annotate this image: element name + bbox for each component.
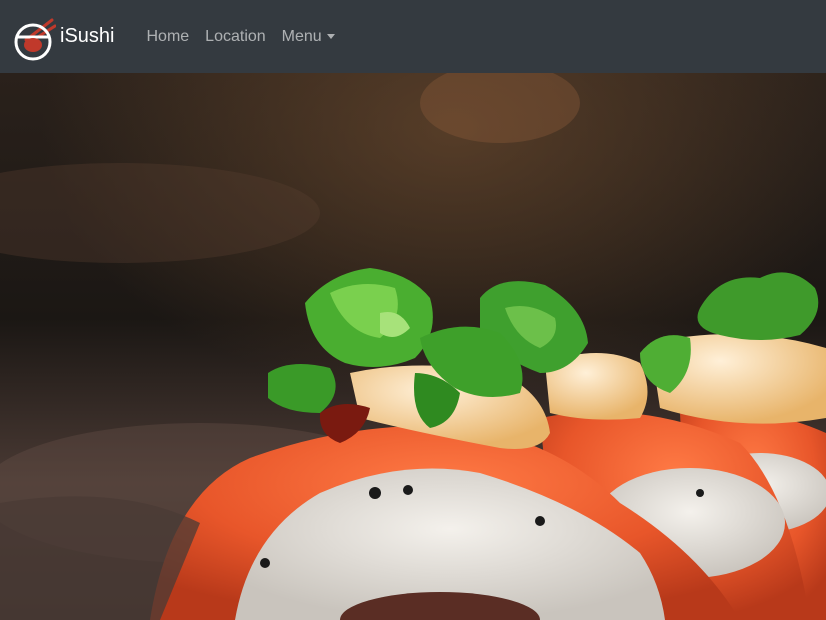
- brand-link[interactable]: iSushi: [12, 12, 138, 62]
- nav-location-link[interactable]: Location: [197, 17, 274, 57]
- nav-location-label: Location: [205, 27, 266, 45]
- nav-menu-label: Menu: [281, 27, 322, 45]
- hero-image: [0, 73, 826, 620]
- nav-home-label: Home: [146, 27, 190, 45]
- brand-name: iSushi: [60, 25, 115, 47]
- nav-home-link[interactable]: Home: [138, 17, 197, 57]
- top-navbar: iSushi Home Location Menu: [0, 0, 826, 73]
- sushi-photo: [0, 73, 826, 620]
- caret-down-icon: [326, 34, 335, 39]
- nav-menu-dropdown[interactable]: Menu: [274, 17, 343, 57]
- sushi-bowl-logo-icon: [14, 18, 56, 60]
